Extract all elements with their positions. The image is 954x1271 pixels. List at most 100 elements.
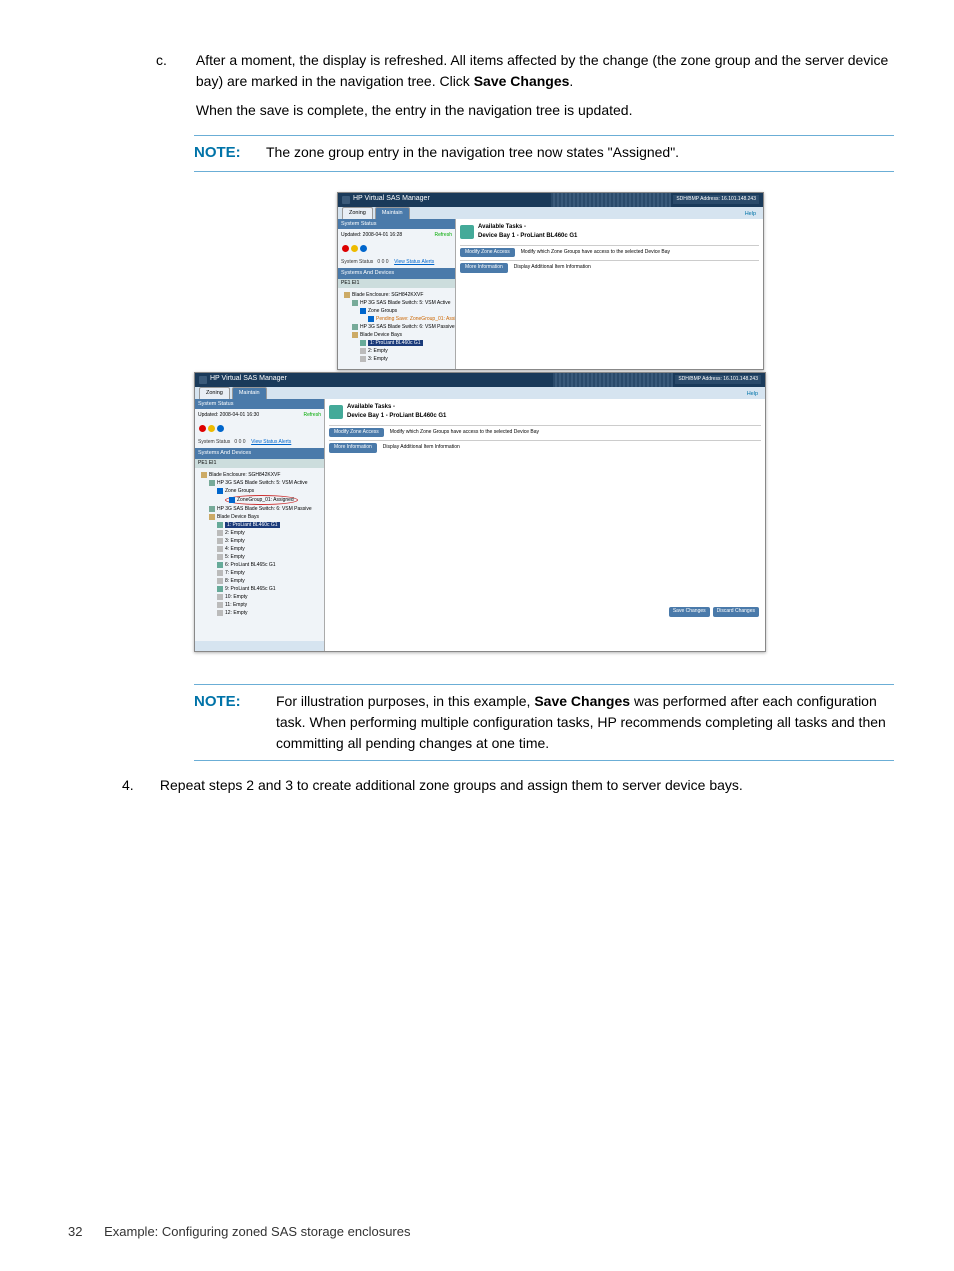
- tree-bay7[interactable]: 7: Empty: [225, 570, 245, 576]
- hp-logo-icon: [199, 376, 207, 384]
- tree-zone-groups[interactable]: Zone Groups: [225, 488, 254, 494]
- tree-device-bays[interactable]: Blade Device Bays: [217, 514, 259, 520]
- vsm-left-panel: System Status Updated: 2008-04-01 16:30 …: [195, 399, 325, 651]
- vsm-tabs: Zoning Maintain Help: [338, 207, 763, 219]
- note-text: For illustration purposes, in this examp…: [276, 691, 894, 754]
- tree-bay4[interactable]: 4: Empty: [225, 546, 245, 552]
- refresh-link[interactable]: Refresh: [434, 232, 452, 240]
- help-link[interactable]: Help: [745, 210, 759, 218]
- alert-blue-icon: [360, 245, 367, 252]
- system-status-label: System Status: [341, 259, 373, 265]
- zonegroups-icon: [217, 488, 223, 494]
- updated-text: Updated: 2008-04-01 16:30: [198, 412, 259, 420]
- tasks-device-text: Device Bay 1 - ProLiant BL460c G1: [478, 233, 577, 239]
- device-icon: [329, 405, 343, 419]
- page-number: 32: [68, 1222, 82, 1242]
- available-tasks-header: Available Tasks -Device Bay 1 - ProLiant…: [329, 403, 761, 421]
- modify-desc: Modify which Zone Groups have access to …: [390, 429, 539, 437]
- more-information-button[interactable]: More Information: [460, 263, 508, 273]
- tree-filter-tabs[interactable]: PE1 EI1: [338, 279, 455, 289]
- discard-changes-button[interactable]: Discard Changes: [713, 607, 759, 617]
- alert-red-icon: [342, 245, 349, 252]
- bay-icon: [360, 356, 366, 362]
- tree-zonegroup01[interactable]: ZoneGroup_01: Assigned: [237, 497, 294, 503]
- tree-bay6[interactable]: 6: ProLiant BL465c G1: [225, 562, 276, 568]
- tab-zoning[interactable]: Zoning: [342, 207, 373, 218]
- titlebar-graphic: [553, 373, 673, 387]
- tree-bay10[interactable]: 10: Empty: [225, 594, 248, 600]
- alert-blue-icon: [217, 425, 224, 432]
- step-c-text1b: .: [569, 73, 573, 89]
- tree-bay5[interactable]: 5: Empty: [225, 554, 245, 560]
- available-tasks-header: Available Tasks -Device Bay 1 - ProLiant…: [460, 223, 759, 241]
- hp-logo-icon: [342, 196, 350, 204]
- tree-bay12[interactable]: 12: Empty: [225, 610, 248, 616]
- sdhbmp-address: SDH/BMP Address: 16.101.148.243: [673, 195, 759, 205]
- bay-icon: [217, 562, 223, 568]
- vsm-title-text: HP Virtual SAS Manager: [353, 194, 430, 205]
- status-icons: [198, 425, 225, 436]
- tree-bay1-selected[interactable]: 1: ProLiant BL460c G1: [368, 340, 423, 346]
- tree-bay8[interactable]: 8: Empty: [225, 578, 245, 584]
- tree-sas-active[interactable]: HP 3G SAS Blade Switch: 5: VSM Active: [360, 300, 451, 306]
- vsm-title-text: HP Virtual SAS Manager: [210, 374, 287, 385]
- alert-red-icon: [199, 425, 206, 432]
- more-desc: Display Additional Item Information: [383, 444, 460, 452]
- refresh-link[interactable]: Refresh: [303, 412, 321, 420]
- tree-bay1-selected[interactable]: 1: ProLiant BL460c G1: [225, 522, 280, 528]
- tab-maintain[interactable]: Maintain: [232, 387, 267, 398]
- tree-pending-save[interactable]: Pending Save: ZoneGroup_01: Assigned: [376, 316, 455, 322]
- modify-zone-access-button[interactable]: Modify Zone Access: [460, 248, 515, 258]
- bay-icon: [217, 586, 223, 592]
- navigation-tree: Blade Enclosure: SGH842KXVF HP 3G SAS Bl…: [195, 468, 324, 641]
- vsm-left-panel: System Status Updated: 2008-04-01 16:28 …: [338, 219, 456, 369]
- screenshots-container: HP Virtual SAS Manager SDH/BMP Address: …: [194, 192, 766, 668]
- tree-bay9[interactable]: 9: ProLiant BL465c G1: [225, 586, 276, 592]
- note-label: NOTE:: [194, 691, 276, 754]
- modify-zone-access-button[interactable]: Modify Zone Access: [329, 428, 384, 438]
- note2-bold: Save Changes: [534, 693, 630, 709]
- footer-title: Example: Configuring zoned SAS storage e…: [104, 1224, 410, 1239]
- tasks-device-text: Device Bay 1 - ProLiant BL460c G1: [347, 413, 446, 419]
- navigation-tree: Blade Enclosure: SGH842KXVF HP 3G SAS Bl…: [338, 288, 455, 369]
- step-4-marker: 4.: [122, 775, 156, 796]
- help-link[interactable]: Help: [747, 390, 761, 398]
- switch-icon: [352, 324, 358, 330]
- tab-maintain[interactable]: Maintain: [375, 207, 410, 218]
- vsm-right-panel: Available Tasks -Device Bay 1 - ProLiant…: [456, 219, 763, 369]
- zonegroup-icon: [229, 497, 235, 503]
- tree-device-bays[interactable]: Blade Device Bays: [360, 332, 402, 338]
- view-alerts-link[interactable]: View Status Alerts: [394, 259, 434, 265]
- updated-text: Updated: 2008-04-01 16:28: [341, 232, 402, 240]
- tree-sas-active[interactable]: HP 3G SAS Blade Switch: 5: VSM Active: [217, 480, 308, 486]
- tree-bay2[interactable]: 2: Empty: [225, 530, 245, 536]
- system-status-label: System Status: [198, 439, 230, 445]
- save-changes-button[interactable]: Save Changes: [669, 607, 710, 617]
- note-label: NOTE:: [194, 142, 266, 165]
- bay-icon: [217, 578, 223, 584]
- tab-zoning[interactable]: Zoning: [199, 387, 230, 398]
- tree-bay3[interactable]: 3: Empty: [368, 356, 388, 362]
- bay-icon: [360, 340, 366, 346]
- tree-zone-groups[interactable]: Zone Groups: [368, 308, 397, 314]
- bay-icon: [217, 610, 223, 616]
- note-assigned: NOTE: The zone group entry in the naviga…: [194, 135, 894, 172]
- tree-bay3[interactable]: 3: Empty: [225, 538, 245, 544]
- vsm-right-panel: Available Tasks -Device Bay 1 - ProLiant…: [325, 399, 765, 651]
- tree-bay11[interactable]: 11: Empty: [225, 602, 247, 608]
- note-illustration: NOTE: For illustration purposes, in this…: [194, 684, 894, 761]
- tree-bay2[interactable]: 2: Empty: [368, 348, 388, 354]
- tree-enclosure[interactable]: Blade Enclosure: SGH842KXVF: [352, 292, 423, 298]
- enclosure-icon: [201, 472, 207, 478]
- bays-icon: [209, 514, 215, 520]
- view-alerts-link[interactable]: View Status Alerts: [251, 439, 291, 445]
- more-information-button[interactable]: More Information: [329, 443, 377, 453]
- bay-icon: [217, 546, 223, 552]
- tree-sas-passive[interactable]: HP 3G SAS Blade Switch: 6: VSM Passive: [217, 506, 312, 512]
- tree-sas-passive[interactable]: HP 3G SAS Blade Switch: 6: VSM Passive: [360, 324, 455, 330]
- tree-filter-tabs[interactable]: PE1 EI1: [195, 459, 324, 469]
- step-4: 4. Repeat steps 2 and 3 to create additi…: [122, 775, 894, 796]
- vsm-tabs: Zoning Maintain Help: [195, 387, 765, 399]
- systems-devices-header: Systems And Devices: [338, 268, 455, 278]
- tree-enclosure[interactable]: Blade Enclosure: SGH842KXVF: [209, 472, 280, 478]
